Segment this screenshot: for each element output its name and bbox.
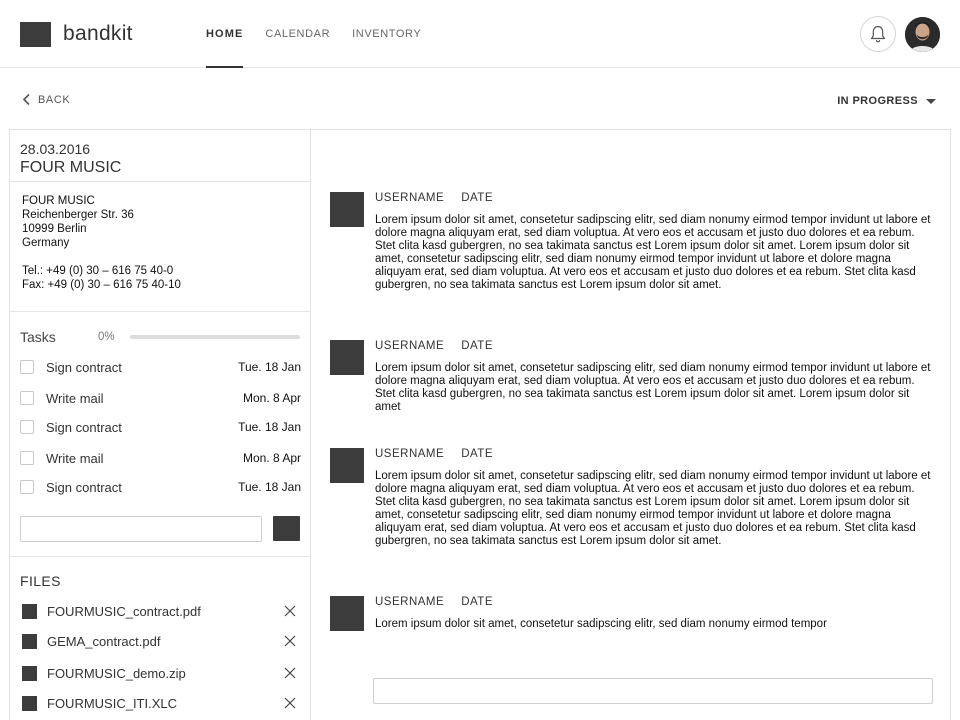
main-nav: HOME CALENDAR INVENTORY [206,0,443,68]
back-label: BACK [38,93,71,106]
files-title: FILES [20,573,61,589]
task-date: Mon. 8 Apr [242,451,301,465]
avatar-image [905,17,940,52]
file-item[interactable]: FOURMUSIC_contract.pdf [22,602,297,620]
address-line: Germany [22,237,70,249]
comment-avatar [330,596,364,631]
task-label: Write mail [46,390,104,406]
comment-avatar [330,192,364,227]
task-checkbox[interactable] [20,480,34,494]
comment-username: USERNAME [375,192,445,204]
task-label: Sign contract [46,479,122,495]
comment-input[interactable] [373,678,933,704]
close-icon[interactable] [283,666,297,680]
comment-username: USERNAME [375,340,445,352]
comment-text: Lorem ipsum dolor sit amet, consetetur s… [375,618,827,630]
comment-meta: USERNAME DATE [375,192,493,204]
task-item[interactable]: Write mail Mon. 8 Apr [20,448,301,468]
task-date: Mon. 8 Apr [242,391,301,405]
project-address: FOUR MUSIC Reichenberger Str. 36 10999 B… [10,182,310,312]
address-line: Reichenberger Str. 36 [22,209,134,221]
file-name[interactable]: FOURMUSIC_ITI.XLC [47,696,283,711]
task-checkbox[interactable] [20,451,34,465]
comment-username: USERNAME [375,448,445,460]
comment-date: DATE [461,192,494,204]
comment-avatar [330,340,364,375]
close-icon[interactable] [283,696,297,710]
task-item[interactable]: Sign contract Tue. 18 Jan [20,477,301,497]
caret-down-icon [926,98,936,104]
back-button[interactable]: BACK [22,93,70,106]
comment-meta: USERNAME DATE [375,596,493,608]
close-icon[interactable] [283,634,297,648]
file-name[interactable]: FOURMUSIC_contract.pdf [47,604,283,619]
new-task-input[interactable] [20,516,262,542]
file-icon [22,603,37,619]
task-label: Sign contract [46,359,122,375]
status-label: IN PROGRESS [837,95,918,107]
file-name[interactable]: GEMA_contract.pdf [47,634,283,649]
task-item[interactable]: Sign contract Tue. 18 Jan [20,357,301,377]
file-icon [22,665,37,681]
task-date: Tue. 18 Jan [238,420,301,434]
comment-username: USERNAME [375,596,445,608]
file-name[interactable]: FOURMUSIC_demo.zip [47,666,283,681]
bell-icon [870,25,886,43]
file-icon [22,695,37,711]
project-sidebar: 28.03.2016 FOUR MUSIC FOUR MUSIC Reichen… [9,129,311,720]
add-task-button[interactable] [273,516,300,541]
comment-meta: USERNAME DATE [375,448,493,460]
task-item[interactable]: Write mail Mon. 8 Apr [20,388,301,408]
project-date: 28.03.2016 [20,141,91,157]
app-name[interactable]: bandkit [63,22,133,46]
file-item[interactable]: GEMA_contract.pdf [22,632,297,650]
project-header: 28.03.2016 FOUR MUSIC [10,130,310,182]
comment-date: DATE [461,448,494,460]
user-avatar[interactable] [905,17,940,52]
comment-date: DATE [461,596,494,608]
task-item[interactable]: Sign contract Tue. 18 Jan [20,417,301,437]
project-name: FOUR MUSIC [20,159,122,176]
chevron-left-icon [22,93,30,106]
comment-date: DATE [461,340,494,352]
task-date: Tue. 18 Jan [238,480,301,494]
logo-icon[interactable] [20,22,51,47]
notifications-button[interactable] [860,16,896,52]
comment-avatar [330,448,364,483]
file-icon [22,633,37,649]
address-line: FOUR MUSIC [22,195,95,207]
task-label: Sign contract [46,419,122,435]
tasks-title: Tasks [20,329,56,345]
task-label: Write mail [46,450,104,466]
task-checkbox[interactable] [20,360,34,374]
address-line: 10999 Berlin [22,223,87,235]
comment-meta: USERNAME DATE [375,340,493,352]
top-bar: bandkit HOME CALENDAR INVENTORY [0,0,960,68]
tasks-progress-bar [130,335,300,339]
comment-text: Lorem ipsum dolor sit amet, consetetur s… [375,362,931,413]
file-item[interactable]: FOURMUSIC_demo.zip [22,664,297,682]
task-checkbox[interactable] [20,420,34,434]
nav-home[interactable]: HOME [206,0,244,68]
comments-panel: USERNAME DATE Lorem ipsum dolor sit amet… [310,129,951,720]
nav-calendar[interactable]: CALENDAR [265,0,330,68]
comment-text: Lorem ipsum dolor sit amet, consetetur s… [375,214,931,291]
phone-number: Tel.: +49 (0) 30 – 616 75 40-0 [22,265,174,277]
task-checkbox[interactable] [20,391,34,405]
file-item[interactable]: FOURMUSIC_ITI.XLC [22,694,297,712]
fax-number: Fax: +49 (0) 30 – 616 75 40-10 [22,279,181,291]
close-icon[interactable] [283,604,297,618]
task-date: Tue. 18 Jan [238,360,301,374]
comment-text: Lorem ipsum dolor sit amet, consetetur s… [375,470,931,547]
nav-inventory[interactable]: INVENTORY [352,0,421,68]
tasks-progress-label: 0% [98,331,115,343]
tasks-header: Tasks 0% [20,329,302,345]
status-dropdown[interactable]: IN PROGRESS [837,95,936,107]
